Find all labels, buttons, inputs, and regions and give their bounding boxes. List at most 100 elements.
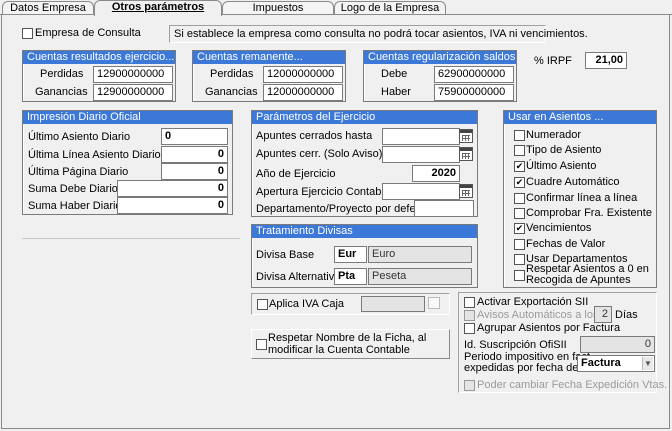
divisa-base-code-input[interactable]: Eur xyxy=(334,246,367,263)
vencimientos-checkbox[interactable] xyxy=(514,223,525,234)
tab-impuestos[interactable]: Impuestos xyxy=(222,1,334,15)
poder-cambiar-checkbox xyxy=(464,380,475,391)
cuadre-automatico-checkbox[interactable] xyxy=(514,177,525,188)
impresion-group: Impresión Diario Oficial Último Asiento … xyxy=(22,110,233,215)
tab-label: Impuestos xyxy=(252,2,304,14)
apuntes-cerr-input[interactable] xyxy=(382,146,460,163)
tab-datos-empresa[interactable]: Datos Empresa xyxy=(2,1,94,15)
comprobar-fra-checkbox[interactable] xyxy=(514,208,525,219)
iva-caja-checkbox[interactable] xyxy=(257,299,268,310)
remanente-ganancias-label: Ganancias xyxy=(205,86,258,98)
remanente-perdidas-input[interactable]: 12000000000 xyxy=(263,66,343,83)
divisa-alt-name: Peseta xyxy=(368,268,472,285)
respetar-asientos-line2: Recogida de Apuntes xyxy=(526,274,631,286)
divisa-alt-code-input[interactable]: Pta xyxy=(334,268,367,285)
confirmar-linea-checkbox[interactable] xyxy=(514,193,525,204)
avisos-automaticos-checkbox xyxy=(464,310,475,321)
apertura-label: Apertura Ejercicio Contable xyxy=(256,186,390,198)
iva-caja-button xyxy=(428,297,440,309)
tab-label: Otros parámetros xyxy=(111,1,205,13)
activar-sii-checkbox[interactable] xyxy=(464,297,475,308)
iva-caja-field xyxy=(361,296,425,312)
apuntes-cerr-label: Apuntes cerr. (Solo Aviso) xyxy=(256,148,383,160)
asientos-header: Usar en Asientos ... xyxy=(504,111,656,124)
fechas-valor-label: Fechas de Valor xyxy=(526,238,606,250)
respetar-asientos-checkbox[interactable] xyxy=(514,270,525,281)
regularizacion-group: Cuentas regularización saldos... Debe 62… xyxy=(363,50,517,102)
resultados-header: Cuentas resultados ejercicio... xyxy=(23,51,175,64)
divisa-base-name: Euro xyxy=(368,246,472,263)
periodo-select[interactable]: Factura ▼ xyxy=(577,355,655,372)
numerador-label: Numerador xyxy=(526,129,582,141)
ultimo-asiento-input[interactable]: 0 xyxy=(161,128,228,145)
regularizacion-debe-label: Debe xyxy=(381,68,408,80)
suma-haber-input[interactable]: 0 xyxy=(117,197,228,214)
ejercicio-header: Parámetros del Ejercicio xyxy=(252,111,477,124)
iva-caja-label: Aplica IVA Caja xyxy=(269,298,345,310)
ultima-linea-label: Última Línea Asiento Diario xyxy=(28,149,161,161)
suma-debe-input[interactable]: 0 xyxy=(117,180,228,197)
vencimientos-label: Vencimientos xyxy=(526,222,592,234)
empresa-consulta-label: Empresa de Consulta xyxy=(35,27,141,39)
respetar-ficha-label: Respetar Nombre de la Ficha, al modifica… xyxy=(268,332,426,356)
confirmar-linea-label: Confirmar línea a línea xyxy=(526,192,638,204)
resultados-ganancias-input[interactable]: 12900000000 xyxy=(93,84,173,101)
suma-debe-label: Suma Debe Diario xyxy=(28,183,118,195)
periodo-label: Periodo impositivo en fact. expedidas po… xyxy=(464,352,593,374)
ultimo-asiento-checkbox[interactable] xyxy=(514,161,525,172)
departamento-input[interactable] xyxy=(414,200,474,217)
chevron-down-icon[interactable]: ▼ xyxy=(642,357,653,370)
irpf-input[interactable]: 21,00 xyxy=(585,52,627,69)
respetar-ficha-line2: modificar la Cuenta Contable xyxy=(268,344,410,356)
respetar-ficha-checkbox[interactable] xyxy=(256,339,267,350)
tab-otros-parametros[interactable]: Otros parámetros xyxy=(94,0,222,16)
calendar-icon[interactable] xyxy=(459,147,473,161)
divisa-alternativa-label: Divisa Alternativa xyxy=(256,271,341,283)
cuadre-automatico-label: Cuadre Automático xyxy=(526,176,620,188)
tab-label: Logo de la Empresa xyxy=(340,2,440,14)
numerador-checkbox[interactable] xyxy=(514,130,525,141)
remanente-perdidas-label: Perdidas xyxy=(210,68,254,80)
regularizacion-haber-input[interactable]: 75900000000 xyxy=(434,84,514,101)
remanente-header: Cuentas remanente... xyxy=(193,51,345,64)
ultimo-asiento-label: Último Asiento Diario xyxy=(28,131,131,143)
respetar-ficha-line1: Respetar Nombre de la Ficha, al xyxy=(268,332,427,344)
impresion-header: Impresión Diario Oficial xyxy=(23,111,232,124)
ejercicio-group: Parámetros del Ejercicio Apuntes cerrado… xyxy=(251,110,478,217)
fechas-valor-checkbox[interactable] xyxy=(514,239,525,250)
regularizacion-debe-input[interactable]: 62900000000 xyxy=(434,66,514,83)
suma-haber-label: Suma Haber Diario xyxy=(28,200,122,212)
divisas-header: Tratamiento Divisas xyxy=(252,225,477,238)
irpf-label: % IRPF xyxy=(534,55,572,67)
divisas-group: Tratamiento Divisas Divisa Base Eur Euro… xyxy=(251,224,478,288)
dias-label: Días xyxy=(615,309,638,321)
avisos-dias-input: 2 xyxy=(594,306,612,323)
calendar-icon[interactable] xyxy=(459,184,473,198)
calendar-icon[interactable] xyxy=(459,129,473,143)
resultados-perdidas-input[interactable]: 12900000000 xyxy=(93,66,173,83)
tab-logo-empresa[interactable]: Logo de la Empresa xyxy=(334,1,446,15)
ultima-linea-input[interactable]: 0 xyxy=(161,146,228,163)
consulta-note-box: Si establece la empresa como consulta no… xyxy=(169,25,588,43)
empresa-consulta-checkbox[interactable] xyxy=(22,28,33,39)
tipo-asiento-checkbox[interactable] xyxy=(514,145,525,156)
remanente-group: Cuentas remanente... Perdidas 1200000000… xyxy=(192,50,346,102)
apertura-input[interactable] xyxy=(382,183,460,200)
remanente-ganancias-input[interactable]: 12000000000 xyxy=(263,84,343,101)
ultima-pagina-label: Última Página Diario xyxy=(28,166,129,178)
consulta-note: Si establece la empresa como consulta no… xyxy=(174,28,588,40)
agrupar-asientos-checkbox[interactable] xyxy=(464,323,475,334)
ultima-pagina-input[interactable]: 0 xyxy=(161,163,228,180)
ultimo-asiento-check-label: Último Asiento xyxy=(526,160,597,172)
respetar-asientos-label: Respetar Asientos a 0 en Recogida de Apu… xyxy=(526,264,649,286)
apuntes-cerrados-input[interactable] xyxy=(382,128,460,145)
resultados-perdidas-label: Perdidas xyxy=(40,68,84,80)
regularizacion-haber-label: Haber xyxy=(381,86,411,98)
usar-departamentos-checkbox[interactable] xyxy=(514,254,525,265)
anio-ejercicio-input[interactable]: 2020 xyxy=(412,165,460,182)
resultados-group: Cuentas resultados ejercicio... Perdidas… xyxy=(22,50,176,102)
departamento-label: Departamento/Proyecto por defecto xyxy=(256,203,431,215)
activar-sii-label: Activar Exportación SII xyxy=(477,296,589,308)
apuntes-cerrados-label: Apuntes cerrados hasta xyxy=(256,130,373,142)
comprobar-fra-label: Comprobar Fra. Existente xyxy=(526,207,652,219)
